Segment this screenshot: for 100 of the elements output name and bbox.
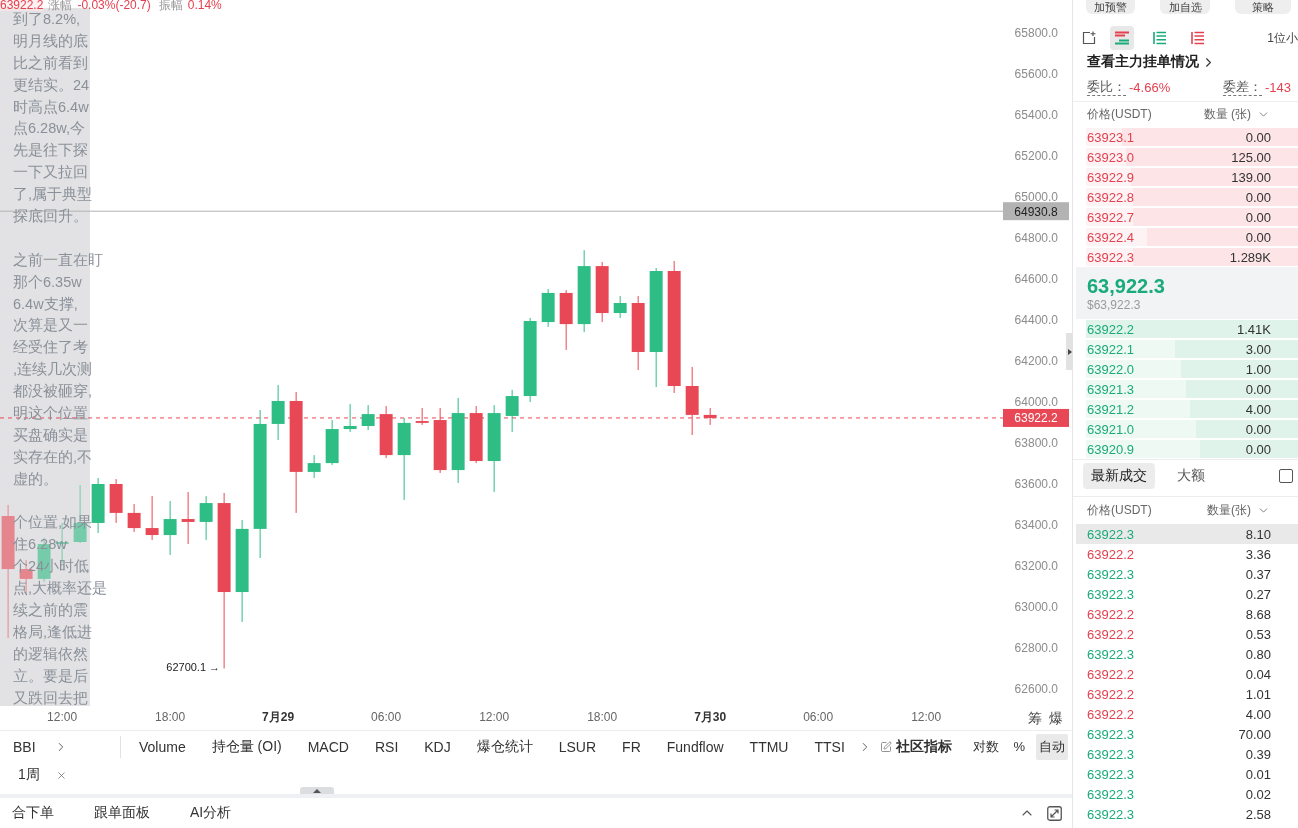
top-button[interactable]: 策略 [1235, 0, 1291, 14]
y-axis-label: 64400.0 [1014, 313, 1058, 327]
panel-handle[interactable] [300, 787, 334, 794]
candle [343, 403, 357, 433]
column-header[interactable]: 数量 (张) [1203, 106, 1251, 123]
note-line: 虚的。 [13, 470, 58, 488]
triangle-up-icon [313, 788, 321, 793]
scale-option[interactable]: 对数 [970, 733, 1003, 760]
note-line: 续之前的震 [13, 602, 88, 620]
candle [91, 477, 105, 534]
expand-button[interactable] [1047, 805, 1062, 821]
community-indicators-button[interactable]: 社区指标 [896, 737, 953, 756]
trade-amount: 8.68 [1245, 606, 1271, 622]
chart-tool-button[interactable]: 筹 [1028, 709, 1042, 727]
close-button[interactable] [55, 769, 67, 781]
trade-amount: 0.80 [1245, 646, 1271, 662]
candle [541, 288, 555, 328]
edit-icon[interactable] [880, 740, 893, 753]
indicator-tab[interactable]: TTSI [814, 738, 845, 755]
bid-amount: 0.00 [1245, 381, 1271, 397]
scale-option[interactable]: 自动 [1036, 733, 1068, 760]
note-line: 经受住了考 [13, 339, 88, 357]
main-orders-link[interactable]: 查看主力挂单情况 [1087, 53, 1199, 71]
note-line: 立。要是后 [13, 667, 88, 685]
trade-amount: 70.00 [1238, 726, 1271, 742]
y-axis-label: 62600.0 [1014, 682, 1058, 696]
trade-amount: 0.39 [1245, 746, 1271, 762]
ref-line-label: 64930.8 [1014, 204, 1059, 219]
x-axis-label: 12:00 [911, 710, 942, 724]
trade-price: 63922.3 [1087, 566, 1134, 582]
side-handle[interactable] [1066, 333, 1073, 370]
chart-tool-button[interactable]: 爆 [1049, 709, 1063, 727]
bid-price: 63922.1 [1087, 341, 1134, 357]
note-line: 点6.28w,今 [13, 120, 85, 138]
bottom-tab[interactable]: AI分析 [190, 804, 232, 822]
note-line: 明这个位置 [13, 405, 88, 423]
split-list-icon [1114, 31, 1130, 45]
stat-label: 振幅 [158, 0, 183, 11]
note-line: 之前一直在盯 [13, 251, 103, 269]
period-tag: 1周 [18, 766, 40, 784]
ask-amount: 1.289K [1229, 249, 1271, 265]
candle [469, 405, 483, 464]
ratio-label: 委差： [1222, 79, 1262, 96]
add-window-icon[interactable] [1082, 31, 1096, 45]
note-line: 一下又拉回 [13, 164, 88, 182]
trade-tab[interactable]: 最新成交 [1083, 462, 1155, 489]
indicator-tab[interactable]: TTMU [749, 738, 789, 755]
column-header[interactable]: 数量(张) [1207, 502, 1251, 519]
note-line: 到了8.2%, [13, 11, 81, 28]
bid-price: 63921.2 [1087, 401, 1134, 417]
note-line: 6.4w支撑, [13, 295, 78, 313]
indicator-tab[interactable]: RSI [374, 738, 399, 755]
y-axis-label: 63600.0 [1014, 477, 1058, 491]
note-line: 时高点6.4w [13, 98, 89, 116]
top-button[interactable]: 加自选 [1160, 0, 1210, 14]
checkbox[interactable] [1279, 468, 1293, 483]
stat-value: -0.03%(-20.7) [77, 0, 151, 11]
trade-amount: 8.10 [1245, 526, 1271, 542]
indicator-tab[interactable]: KDJ [424, 738, 451, 755]
x-axis-label: 18:00 [587, 710, 618, 724]
trade-tab[interactable]: 大额 [1169, 462, 1213, 489]
indicator-tab[interactable]: Volume [139, 738, 186, 755]
trade-amount: 1.01 [1245, 686, 1271, 702]
bid-list-icon [1153, 31, 1167, 45]
note-line: 更结实。24 [13, 76, 90, 94]
y-axis-label: 63400.0 [1014, 518, 1058, 532]
trade-amount: 0.02 [1245, 786, 1271, 802]
indicator-tab[interactable]: FR [622, 738, 641, 755]
x-axis-label: 12:00 [47, 710, 78, 724]
indicator-tab[interactable]: Fundflow [666, 738, 724, 755]
last-price-usd: $63,922.3 [1087, 298, 1142, 312]
indicator-tab[interactable]: LSUR [558, 738, 597, 755]
precision-selector[interactable]: 1位小 [1267, 29, 1298, 47]
candle [271, 384, 285, 441]
candle [109, 478, 123, 524]
y-axis-label: 65000.0 [1014, 190, 1058, 204]
candle [685, 366, 699, 436]
y-axis-label: 63000.0 [1014, 600, 1058, 614]
ask-price: 63922.8 [1087, 189, 1134, 205]
ratio-label: 委比： [1087, 79, 1126, 96]
bottom-tab[interactable]: 跟单面板 [94, 804, 150, 822]
ask-amount: 0.00 [1245, 209, 1271, 225]
trade-amount: 0.01 [1245, 766, 1271, 782]
top-button[interactable]: 加预警 [1086, 0, 1135, 14]
trade-price: 63922.2 [1087, 606, 1134, 622]
candle [307, 454, 321, 479]
note-line: 次算是又一 [13, 317, 88, 335]
note-line: 格局,逢低进 [13, 623, 93, 641]
indicator-tab[interactable]: 持仓量 (OI) [211, 737, 282, 756]
main-indicator-label[interactable]: BBI [13, 738, 36, 755]
indicator-tab[interactable]: MACD [307, 738, 349, 755]
ask-amount: 0.00 [1245, 189, 1271, 205]
x-axis-label: 06:00 [371, 710, 402, 724]
indicator-tab[interactable]: 爆仓统计 [476, 737, 533, 756]
bottom-tab[interactable]: 合下单 [12, 804, 54, 822]
ask-list-icon [1191, 31, 1205, 45]
trade-price: 63922.3 [1087, 526, 1134, 542]
y-axis-label: 64200.0 [1014, 354, 1058, 368]
scale-option[interactable]: % [1010, 733, 1028, 760]
book-view-button[interactable] [1110, 26, 1134, 50]
